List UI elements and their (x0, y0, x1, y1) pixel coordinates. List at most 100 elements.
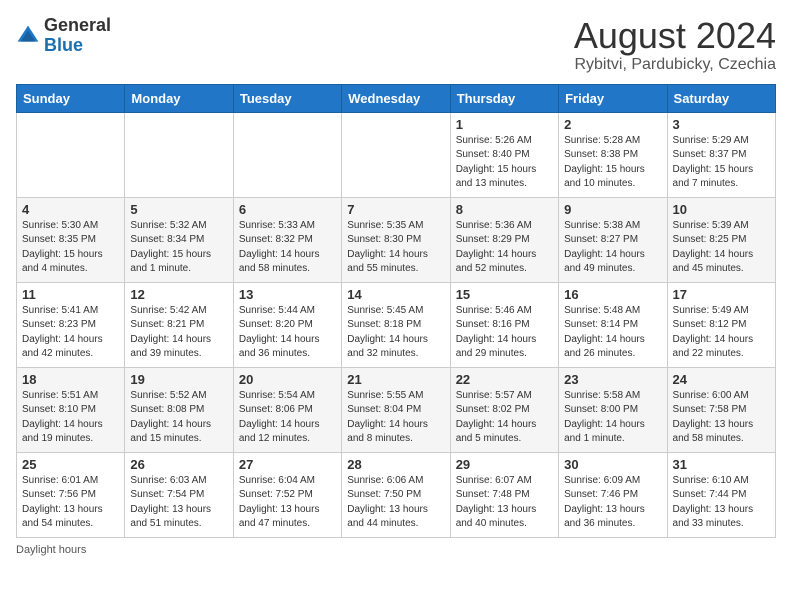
day-info: Sunrise: 5:51 AM Sunset: 8:10 PM Dayligh… (22, 389, 119, 447)
logo-blue-text: Blue (44, 35, 83, 55)
day-info: Sunrise: 5:33 AM Sunset: 8:32 PM Dayligh… (239, 219, 336, 277)
day-info: Sunrise: 5:55 AM Sunset: 8:04 PM Dayligh… (347, 389, 444, 447)
title-section: August 2024 Rybitvi, Pardubicky, Czechia (574, 16, 776, 74)
table-cell (342, 112, 450, 197)
day-info: Sunrise: 5:44 AM Sunset: 8:20 PM Dayligh… (239, 304, 336, 362)
day-number: 20 (239, 372, 336, 387)
day-info: Sunrise: 5:30 AM Sunset: 8:35 PM Dayligh… (22, 219, 119, 277)
day-info: Sunrise: 5:41 AM Sunset: 8:23 PM Dayligh… (22, 304, 119, 362)
table-cell: 26 Sunrise: 6:03 AM Sunset: 7:54 PM Dayli… (125, 452, 233, 537)
day-number: 1 (456, 117, 553, 132)
day-info: Sunrise: 5:35 AM Sunset: 8:30 PM Dayligh… (347, 219, 444, 277)
day-info: Sunrise: 6:07 AM Sunset: 7:48 PM Dayligh… (456, 474, 553, 532)
table-cell: 24Sunrise: 6:00 AM Sunset: 7:58 PM Dayli… (667, 367, 775, 452)
table-cell: 23Sunrise: 5:58 AM Sunset: 8:00 PM Dayli… (559, 367, 667, 452)
table-cell: 2 Sunrise: 5:28 AM Sunset: 8:38 PM Daylig… (559, 112, 667, 197)
day-info: Sunrise: 6:09 AM Sunset: 7:46 PM Dayligh… (564, 474, 661, 532)
table-cell: 6 Sunrise: 5:33 AM Sunset: 8:32 PM Daylig… (233, 197, 341, 282)
day-number: 28 (347, 457, 444, 472)
day-info: Sunrise: 5:42 AM Sunset: 8:21 PM Dayligh… (130, 304, 227, 362)
day-info: Sunrise: 5:28 AM Sunset: 8:38 PM Dayligh… (564, 134, 661, 192)
table-cell: 15 Sunrise: 5:46 AM Sunset: 8:16 PM Dayli… (450, 282, 558, 367)
day-number: 5 (130, 202, 227, 217)
table-cell: 16 Sunrise: 5:48 AM Sunset: 8:14 PM Dayli… (559, 282, 667, 367)
table-cell: 13 Sunrise: 5:44 AM Sunset: 8:20 PM Dayli… (233, 282, 341, 367)
day-number: 17 (673, 287, 770, 302)
day-number: 14 (347, 287, 444, 302)
table-cell: 5 Sunrise: 5:32 AM Sunset: 8:34 PM Daylig… (125, 197, 233, 282)
day-number: 19 (130, 372, 227, 387)
day-number: 30 (564, 457, 661, 472)
day-info: Sunrise: 5:32 AM Sunset: 8:34 PM Dayligh… (130, 219, 227, 277)
day-info: Sunrise: 5:54 AM Sunset: 8:06 PM Dayligh… (239, 389, 336, 447)
day-info: Sunrise: 5:39 AM Sunset: 8:25 PM Dayligh… (673, 219, 770, 277)
day-number: 22 (456, 372, 553, 387)
table-cell: 22 Sunrise: 5:57 AM Sunset: 8:02 PM Dayli… (450, 367, 558, 452)
day-info: Sunrise: 5:26 AM Sunset: 8:40 PM Dayligh… (456, 134, 553, 192)
month-title: August 2024 (574, 16, 776, 56)
table-cell: 1 Sunrise: 5:26 AM Sunset: 8:40 PM Daylig… (450, 112, 558, 197)
table-cell (233, 112, 341, 197)
day-number: 18 (22, 372, 119, 387)
logo: General Blue (16, 16, 111, 56)
table-cell: 19Sunrise: 5:52 AM Sunset: 8:08 PM Dayli… (125, 367, 233, 452)
week-row-3: 18 Sunrise: 5:51 AM Sunset: 8:10 PM Dayli… (17, 367, 776, 452)
day-number: 31 (673, 457, 770, 472)
location: Rybitvi, Pardubicky, Czechia (574, 56, 776, 74)
page: General Blue August 2024 Rybitvi, Pardub… (0, 0, 792, 566)
day-info: Sunrise: 6:10 AM Sunset: 7:44 PM Dayligh… (673, 474, 770, 532)
table-cell: 14 Sunrise: 5:45 AM Sunset: 8:18 PM Dayli… (342, 282, 450, 367)
day-info: Sunrise: 6:01 AM Sunset: 7:56 PM Dayligh… (22, 474, 119, 532)
day-number: 26 (130, 457, 227, 472)
day-number: 4 (22, 202, 119, 217)
col-friday: Friday (559, 84, 667, 112)
logo-icon (16, 24, 40, 48)
day-info: Sunrise: 5:49 AM Sunset: 8:12 PM Dayligh… (673, 304, 770, 362)
col-tuesday: Tuesday (233, 84, 341, 112)
day-info: Sunrise: 6:03 AM Sunset: 7:54 PM Dayligh… (130, 474, 227, 532)
day-number: 2 (564, 117, 661, 132)
table-cell: 9Sunrise: 5:38 AM Sunset: 8:27 PM Daylig… (559, 197, 667, 282)
logo-general-text: General (44, 15, 111, 35)
table-cell: 31 Sunrise: 6:10 AM Sunset: 7:44 PM Dayli… (667, 452, 775, 537)
day-number: 12 (130, 287, 227, 302)
header: General Blue August 2024 Rybitvi, Pardub… (16, 16, 776, 74)
day-info: Sunrise: 6:04 AM Sunset: 7:52 PM Dayligh… (239, 474, 336, 532)
table-cell: 30 Sunrise: 6:09 AM Sunset: 7:46 PM Dayli… (559, 452, 667, 537)
col-saturday: Saturday (667, 84, 775, 112)
day-number: 9 (564, 202, 661, 217)
table-cell (125, 112, 233, 197)
col-wednesday: Wednesday (342, 84, 450, 112)
day-number: 15 (456, 287, 553, 302)
col-sunday: Sunday (17, 84, 125, 112)
day-number: 21 (347, 372, 444, 387)
day-info: Sunrise: 5:46 AM Sunset: 8:16 PM Dayligh… (456, 304, 553, 362)
day-info: Sunrise: 5:48 AM Sunset: 8:14 PM Dayligh… (564, 304, 661, 362)
table-cell: 20 Sunrise: 5:54 AM Sunset: 8:06 PM Dayli… (233, 367, 341, 452)
day-number: 3 (673, 117, 770, 132)
table-cell: 17 Sunrise: 5:49 AM Sunset: 8:12 PM Dayli… (667, 282, 775, 367)
day-number: 23 (564, 372, 661, 387)
table-cell: 3Sunrise: 5:29 AM Sunset: 8:37 PM Daylig… (667, 112, 775, 197)
table-cell: 8Sunrise: 5:36 AM Sunset: 8:29 PM Daylig… (450, 197, 558, 282)
day-info: Sunrise: 5:57 AM Sunset: 8:02 PM Dayligh… (456, 389, 553, 447)
col-thursday: Thursday (450, 84, 558, 112)
table-cell: 10Sunrise: 5:39 AM Sunset: 8:25 PM Dayli… (667, 197, 775, 282)
footer-note: Daylight hours (16, 544, 776, 556)
calendar-body: 1 Sunrise: 5:26 AM Sunset: 8:40 PM Daylig… (17, 112, 776, 537)
table-cell: 27 Sunrise: 6:04 AM Sunset: 7:52 PM Dayli… (233, 452, 341, 537)
day-info: Sunrise: 6:00 AM Sunset: 7:58 PM Dayligh… (673, 389, 770, 447)
day-info: Sunrise: 5:36 AM Sunset: 8:29 PM Dayligh… (456, 219, 553, 277)
day-number: 27 (239, 457, 336, 472)
col-monday: Monday (125, 84, 233, 112)
day-number: 13 (239, 287, 336, 302)
day-info: Sunrise: 5:45 AM Sunset: 8:18 PM Dayligh… (347, 304, 444, 362)
table-cell: 29Sunrise: 6:07 AM Sunset: 7:48 PM Dayli… (450, 452, 558, 537)
day-number: 6 (239, 202, 336, 217)
day-number: 16 (564, 287, 661, 302)
week-row-1: 4 Sunrise: 5:30 AM Sunset: 8:35 PM Daylig… (17, 197, 776, 282)
week-row-0: 1 Sunrise: 5:26 AM Sunset: 8:40 PM Daylig… (17, 112, 776, 197)
table-cell (17, 112, 125, 197)
header-row: Sunday Monday Tuesday Wednesday Thursday… (17, 84, 776, 112)
table-cell: 21 Sunrise: 5:55 AM Sunset: 8:04 PM Dayli… (342, 367, 450, 452)
